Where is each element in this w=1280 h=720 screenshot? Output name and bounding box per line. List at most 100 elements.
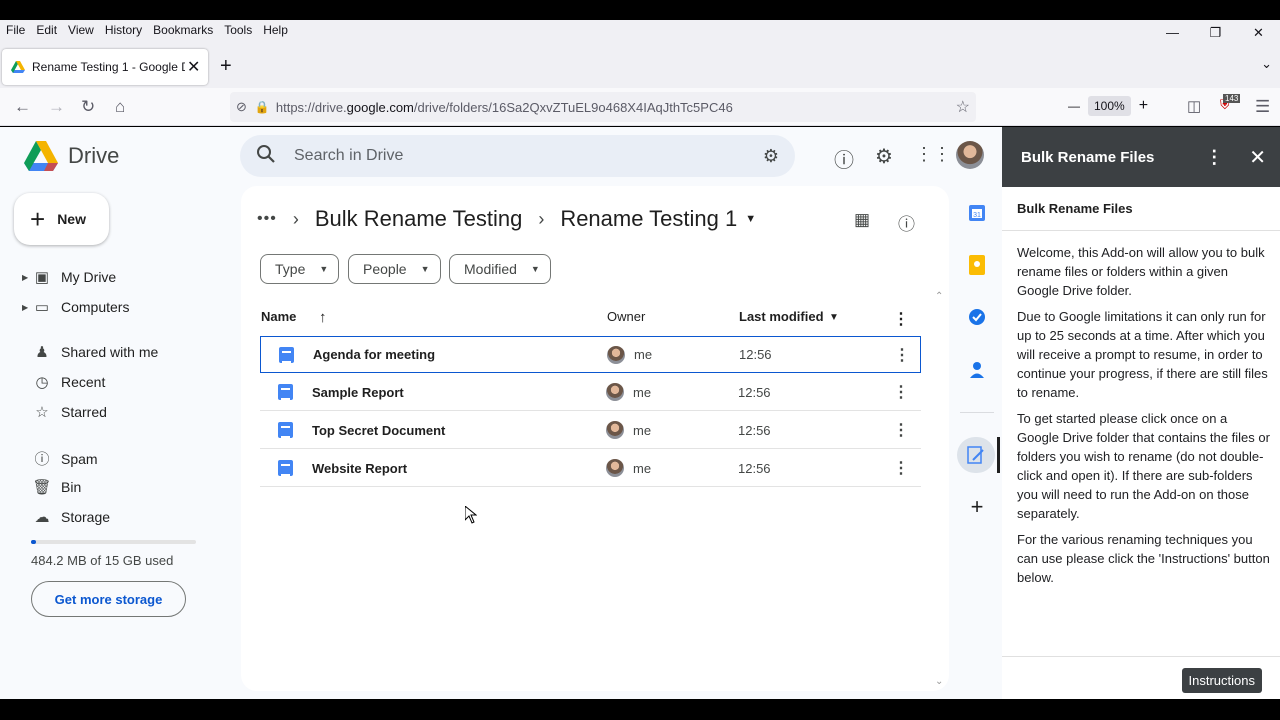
filter-type-chip[interactable]: Type ▼: [260, 254, 340, 284]
get-more-storage-button[interactable]: Get more storage: [31, 581, 186, 617]
more-actions-icon[interactable]: ⋮: [893, 458, 909, 478]
owner-avatar: [606, 421, 624, 439]
addon-side-panel: Bulk Rename Files ⋮ ✕ Bulk Rename Files …: [1002, 127, 1280, 699]
settings-gear-icon[interactable]: ⚙: [875, 144, 893, 169]
sort-ascending-icon[interactable]: ↑: [319, 309, 327, 326]
nav-spam[interactable]: ⓘ Spam: [22, 448, 97, 469]
close-panel-icon[interactable]: ✕: [1249, 145, 1266, 170]
expand-arrow-icon[interactable]: ▶: [22, 273, 30, 282]
drive-logo[interactable]: Drive: [24, 141, 119, 171]
home-icon[interactable]: ⌂: [115, 97, 125, 117]
column-header-last-modified[interactable]: Last modified: [739, 309, 824, 324]
scroll-down-icon[interactable]: ⌄: [935, 676, 943, 687]
nav-shared-with-me[interactable]: ♟ Shared with me: [22, 343, 158, 361]
sort-dropdown-icon[interactable]: ▼: [829, 312, 839, 323]
nav-shared-label: Shared with me: [61, 344, 159, 360]
expand-arrow-icon[interactable]: ▶: [22, 303, 30, 312]
get-addons-plus-icon[interactable]: +: [967, 494, 987, 519]
lock-icon[interactable]: 🔒: [255, 100, 270, 114]
search-input[interactable]: Search in Drive: [294, 147, 763, 165]
instructions-button[interactable]: Instructions: [1181, 668, 1262, 693]
zoom-out-icon[interactable]: —: [1068, 99, 1080, 113]
bookmark-star-icon[interactable]: ☆: [956, 97, 970, 117]
tracking-protection-icon[interactable]: ⊘: [236, 99, 247, 115]
zoom-in-icon[interactable]: +: [1139, 97, 1148, 115]
filter-people-label: People: [363, 261, 407, 277]
search-bar[interactable]: Search in Drive ⚙︎: [240, 135, 795, 177]
keep-icon[interactable]: [967, 255, 987, 275]
tasks-icon[interactable]: [967, 307, 987, 327]
addon-paragraph: Welcome, this Add-on will allow you to b…: [1017, 245, 1265, 298]
menu-view[interactable]: View: [62, 23, 99, 37]
contacts-icon[interactable]: [967, 360, 987, 380]
menu-file[interactable]: File: [0, 23, 30, 37]
tab-list-chevron-icon[interactable]: ⌄: [1261, 56, 1272, 72]
addon-header-title: Bulk Rename Files: [1021, 148, 1155, 166]
column-header-owner[interactable]: Owner: [607, 309, 645, 324]
reload-icon[interactable]: ↻: [81, 97, 95, 117]
zoom-controls: — 100% +: [1068, 96, 1148, 116]
nav-storage[interactable]: ☁ Storage: [22, 508, 111, 526]
dropdown-icon: ▼: [530, 264, 540, 274]
column-more-icon[interactable]: ⋮: [893, 309, 909, 329]
addon-subtitle: Bulk Rename Files: [1002, 187, 1280, 231]
menu-history[interactable]: History: [99, 23, 147, 37]
more-actions-icon[interactable]: ⋮: [894, 345, 910, 365]
filter-people-chip[interactable]: People ▼: [348, 254, 441, 284]
addon-more-icon[interactable]: ⋮: [1205, 147, 1223, 168]
menu-edit[interactable]: Edit: [30, 23, 62, 37]
file-name: Sample Report: [312, 384, 404, 400]
more-actions-icon[interactable]: ⋮: [893, 382, 909, 402]
breadcrumb-overflow-icon[interactable]: •••: [257, 210, 277, 228]
filter-modified-chip[interactable]: Modified ▼: [449, 254, 551, 284]
nav-recent[interactable]: ◷ Recent: [22, 373, 105, 391]
bulk-rename-addon-icon[interactable]: [957, 437, 995, 473]
calendar-icon[interactable]: 31: [967, 203, 987, 223]
new-tab-icon[interactable]: +: [220, 55, 232, 78]
column-header-name[interactable]: Name: [261, 309, 296, 324]
nav-my-drive[interactable]: ▶ ▣ My Drive: [22, 268, 116, 286]
table-row[interactable]: Top Secret Document me 12:56 ⋮: [260, 412, 921, 449]
address-bar[interactable]: ⊘ 🔒 https://drive.google.com/drive/folde…: [230, 92, 976, 122]
folder-dropdown-icon[interactable]: ▼: [745, 213, 756, 225]
nav-bin-label: Bin: [61, 479, 82, 495]
extensions-icon[interactable]: ◫: [1187, 97, 1201, 115]
menu-tools[interactable]: Tools: [218, 23, 257, 37]
menu-bookmarks[interactable]: Bookmarks: [147, 23, 218, 37]
nav-starred[interactable]: ☆ Starred: [22, 403, 107, 421]
star-icon: ☆: [35, 404, 49, 421]
hamburger-menu-icon[interactable]: ☰: [1255, 97, 1270, 117]
help-icon[interactable]: ⓘ: [834, 144, 854, 173]
clock-icon: ◷: [35, 374, 49, 391]
browser-tab[interactable]: Rename Testing 1 - Google Drive ✕: [2, 49, 208, 85]
my-drive-icon: ▣: [34, 269, 50, 286]
table-row[interactable]: Sample Report me 12:56 ⋮: [260, 374, 921, 411]
drive-logo-icon: [24, 141, 58, 171]
menu-help[interactable]: Help: [257, 23, 293, 37]
addon-header: Bulk Rename Files ⋮ ✕: [1002, 127, 1280, 187]
svg-text:31: 31: [973, 212, 981, 219]
close-tab-icon[interactable]: ✕: [187, 57, 200, 77]
zoom-level[interactable]: 100%: [1088, 96, 1131, 116]
search-options-icon[interactable]: ⚙︎: [763, 146, 779, 167]
breadcrumb-current[interactable]: Rename Testing 1: [560, 206, 737, 232]
screen-bottom-border: [0, 699, 1280, 720]
nav-computers-label: Computers: [61, 299, 130, 315]
new-button[interactable]: + New: [14, 193, 109, 245]
addon-paragraph: For the various renaming techniques you …: [1017, 532, 1270, 585]
file-modified: 12:56: [738, 460, 771, 476]
more-actions-icon[interactable]: ⋮: [893, 420, 909, 440]
breadcrumb-parent[interactable]: Bulk Rename Testing: [315, 206, 523, 232]
nav-bin[interactable]: 🗑 Bin: [22, 478, 81, 496]
scroll-up-icon[interactable]: ⌃: [935, 291, 943, 302]
table-row[interactable]: Website Report me 12:56 ⋮: [260, 450, 921, 487]
search-icon[interactable]: [256, 144, 278, 169]
table-row[interactable]: Agenda for meeting me 12:56 ⋮: [260, 336, 921, 373]
people-icon: ♟: [35, 344, 49, 361]
details-info-icon[interactable]: ⓘ: [898, 210, 915, 235]
nav-computers[interactable]: ▶ ▭ Computers: [22, 298, 129, 316]
side-panel-rail: 31 +: [954, 127, 1000, 699]
grid-view-icon[interactable]: ▦: [854, 210, 870, 235]
forward-arrow-icon[interactable]: →: [48, 97, 65, 117]
back-arrow-icon[interactable]: ←: [14, 97, 31, 117]
